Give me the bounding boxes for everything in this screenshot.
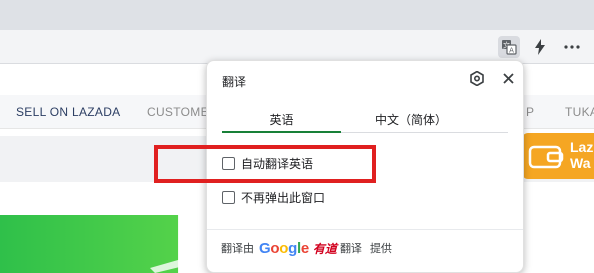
attribution-translate-word: 翻译 [339, 242, 362, 255]
extensions-button[interactable] [529, 36, 551, 58]
nav-link-sell-on-lazada[interactable]: SELL ON LAZADA [16, 105, 120, 119]
close-button[interactable] [499, 69, 517, 87]
promo-logo-art [460, 235, 510, 273]
never-show-label: 不再弹出此窗口 [241, 190, 326, 205]
more-menu-button[interactable] [561, 36, 583, 58]
gear-icon [470, 70, 484, 86]
tab-target-language[interactable]: 中文（简体） [341, 111, 481, 133]
attribution-prefix: 翻译由 [221, 242, 254, 255]
svg-text:A: A [509, 47, 514, 55]
selected-tab-indicator [222, 131, 341, 133]
lazada-wallet-banner[interactable]: Laz Wa [522, 133, 594, 179]
google-logo: Google [259, 239, 309, 257]
lightning-icon [535, 39, 545, 55]
close-icon [502, 72, 514, 84]
translate-icon: 文 A [502, 40, 517, 55]
more-horizontal-icon [564, 45, 580, 49]
nav-link-partial[interactable]: P [526, 105, 534, 119]
popup-title: 翻译 [222, 75, 247, 89]
wallet-label-line1: Laz [570, 139, 594, 155]
browser-toolbar: 文 A [0, 30, 594, 64]
tab-source-language[interactable]: 英语 [222, 111, 341, 133]
footer-divider [207, 229, 523, 230]
promo-banner-right [460, 215, 594, 273]
attribution-suffix: 提供 [369, 242, 392, 255]
youdao-logo: 有道 [312, 241, 337, 256]
translate-attribution: 翻译由 Google 有道 翻译 提供 [221, 239, 392, 257]
wallet-icon [528, 145, 564, 169]
settings-button[interactable] [468, 69, 486, 87]
never-show-checkbox[interactable] [222, 190, 235, 204]
wallet-label-line2: Wa [570, 155, 591, 171]
browser-tabstrip [0, 0, 594, 30]
wallet-label: Laz Wa [570, 139, 593, 171]
red-highlight-box [154, 145, 376, 183]
never-show-option[interactable]: 不再弹出此窗口 [222, 188, 325, 206]
translate-button[interactable]: 文 A [498, 36, 520, 58]
nav-link-tuka[interactable]: TUKA [565, 105, 594, 119]
